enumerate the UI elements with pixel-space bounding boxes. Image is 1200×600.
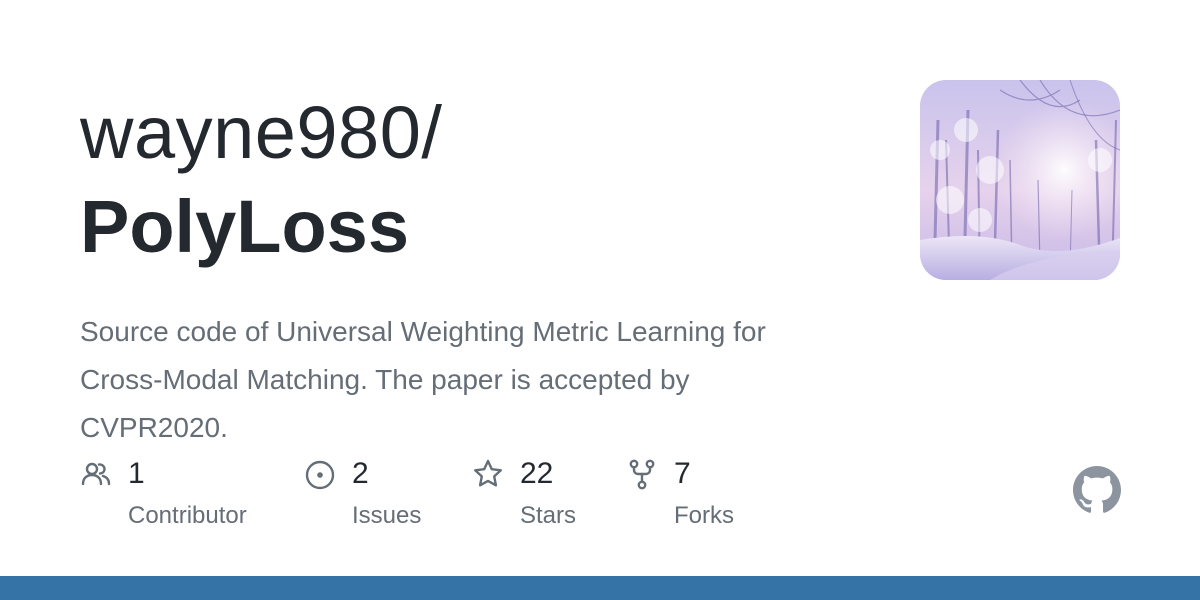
star-icon xyxy=(474,459,502,487)
issues-label: Issues xyxy=(352,502,422,529)
people-icon xyxy=(81,462,111,486)
issue-opened-icon xyxy=(305,460,335,490)
contributors-label: Contributor xyxy=(128,502,247,529)
github-logo-icon[interactable] xyxy=(1073,466,1121,514)
repo-owner[interactable]: wayne980/ xyxy=(80,96,442,170)
contributors-count: 1 xyxy=(128,457,145,490)
repo-forked-icon xyxy=(629,459,655,490)
issues-count: 2 xyxy=(352,457,369,490)
repo-description: Source code of Universal Weighting Metri… xyxy=(80,316,766,443)
stars-label: Stars xyxy=(520,502,577,529)
repo-name[interactable]: PolyLoss xyxy=(80,190,409,264)
owner-avatar xyxy=(920,80,1120,280)
language-bar xyxy=(0,576,1200,600)
forks-count: 7 xyxy=(674,457,691,490)
stars-count: 22 xyxy=(520,457,554,490)
forks-label: Forks xyxy=(674,502,734,529)
